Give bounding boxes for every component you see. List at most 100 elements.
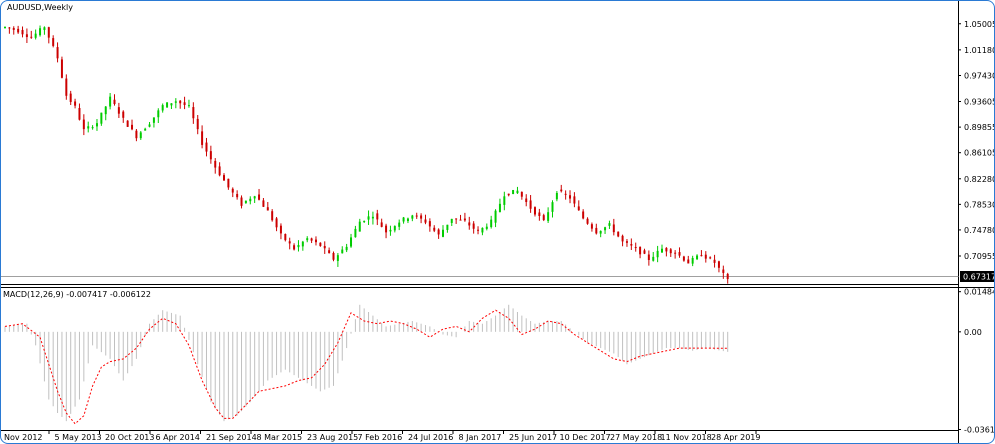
candle-body xyxy=(586,218,589,224)
candle-body xyxy=(4,27,6,29)
candle-body xyxy=(398,222,401,227)
macd-histogram xyxy=(4,304,729,422)
date-tick-label: 21 Sep 2014 xyxy=(206,433,257,442)
candle-body xyxy=(446,224,449,230)
candle-body xyxy=(144,128,147,131)
candle-body xyxy=(358,221,361,232)
candle-body xyxy=(722,269,725,273)
candle-body xyxy=(122,111,125,118)
candle-body xyxy=(411,215,414,219)
candle-body xyxy=(231,188,234,193)
candle-body xyxy=(258,194,261,200)
macd-axis: 0.014847 0.00 -0.036122 xyxy=(958,288,994,435)
candle-body xyxy=(577,206,580,211)
candle-body xyxy=(131,124,134,130)
candle-body xyxy=(639,246,642,255)
candle-body xyxy=(266,207,269,211)
candle-body xyxy=(498,203,501,212)
candle-body xyxy=(17,28,20,33)
candle-body xyxy=(376,213,379,220)
candle-body xyxy=(104,106,107,115)
candle-body xyxy=(354,228,357,238)
candle-body xyxy=(389,229,392,232)
candle-body xyxy=(87,126,90,129)
candle-body xyxy=(463,218,466,221)
candle-body xyxy=(249,198,252,202)
date-tick-label: 23 Aug 2015 xyxy=(307,433,358,442)
main-chart-title: AUDUSD,Weekly xyxy=(7,3,73,12)
candle-body xyxy=(179,100,182,104)
candle-body xyxy=(455,218,458,220)
candle-body xyxy=(310,238,313,241)
candle-body xyxy=(332,252,335,260)
candle-body xyxy=(428,221,431,227)
candle-body xyxy=(726,273,729,280)
macd-signal-line xyxy=(4,309,728,425)
candle-body xyxy=(547,212,550,221)
candle-body xyxy=(363,220,366,222)
candle-body xyxy=(95,123,98,127)
candle-body xyxy=(8,27,11,29)
candle-body xyxy=(56,47,59,59)
current-price-value: 0.67317 xyxy=(963,273,994,282)
current-price-label: 0.67317 xyxy=(960,271,994,282)
candle-body xyxy=(625,241,628,243)
candle-body xyxy=(507,193,510,196)
macd-tick-label: 0.00 xyxy=(964,328,982,337)
candle-body xyxy=(328,250,331,254)
candle-body xyxy=(279,225,282,234)
candle-body xyxy=(424,219,427,223)
date-tick-label: 28 Apr 2019 xyxy=(711,433,760,442)
date-tick-label: 8 Jan 2017 xyxy=(459,433,502,442)
candle-body xyxy=(205,142,208,152)
candle-body xyxy=(201,131,204,145)
candle-body xyxy=(74,101,77,106)
candle-body xyxy=(516,190,519,194)
candle-body xyxy=(485,226,488,229)
candle-body xyxy=(393,226,396,231)
date-tick-label: 11 Nov 2018 xyxy=(661,433,712,442)
candle-body xyxy=(472,223,475,229)
date-tick-label: 24 Jul 2016 xyxy=(408,433,453,442)
candle-body xyxy=(402,217,405,222)
date-tick-label: 27 May 2018 xyxy=(610,433,662,442)
candle-body xyxy=(227,178,230,188)
candle-body xyxy=(643,250,646,254)
candle-body xyxy=(166,102,169,108)
candle-body xyxy=(691,257,694,264)
candle-body xyxy=(60,59,63,78)
candle-body xyxy=(218,166,221,176)
candle-body xyxy=(43,27,46,31)
candle-body xyxy=(323,245,326,249)
candle-body xyxy=(608,223,611,226)
candle-body xyxy=(696,255,699,260)
candle-body xyxy=(595,227,598,234)
candle-body xyxy=(113,99,116,105)
candle-body xyxy=(538,212,541,216)
candle-body xyxy=(385,225,388,233)
candle-body xyxy=(126,120,129,127)
candle-body xyxy=(39,28,42,36)
candle-body xyxy=(236,193,239,198)
candle-body xyxy=(223,175,225,181)
candle-body xyxy=(341,249,344,254)
candle-body xyxy=(262,200,265,207)
candle-body xyxy=(69,93,72,102)
chart-window: AUDUSD,Weekly MACD(12,26,9) -0.007417 -0… xyxy=(0,0,995,444)
price-tick-label: 0.89855 xyxy=(964,123,994,132)
price-tick-label: 0.74780 xyxy=(964,226,994,235)
candle-body xyxy=(209,151,212,160)
candle-body xyxy=(183,102,186,105)
price-tick-label: 0.97430 xyxy=(964,71,994,80)
candle-body xyxy=(82,119,85,130)
price-tick-label: 0.70955 xyxy=(964,252,994,261)
candle-body xyxy=(52,38,55,46)
candle-body xyxy=(709,257,712,259)
candle-body xyxy=(437,229,440,235)
date-tick-label: 8 Mar 2015 xyxy=(257,433,303,442)
date-tick-label: Nov 2012 xyxy=(4,433,43,442)
candle-body xyxy=(551,202,554,212)
candle-body xyxy=(345,246,348,251)
price-tick-label: 0.86105 xyxy=(964,149,994,158)
candle-body xyxy=(293,245,296,250)
